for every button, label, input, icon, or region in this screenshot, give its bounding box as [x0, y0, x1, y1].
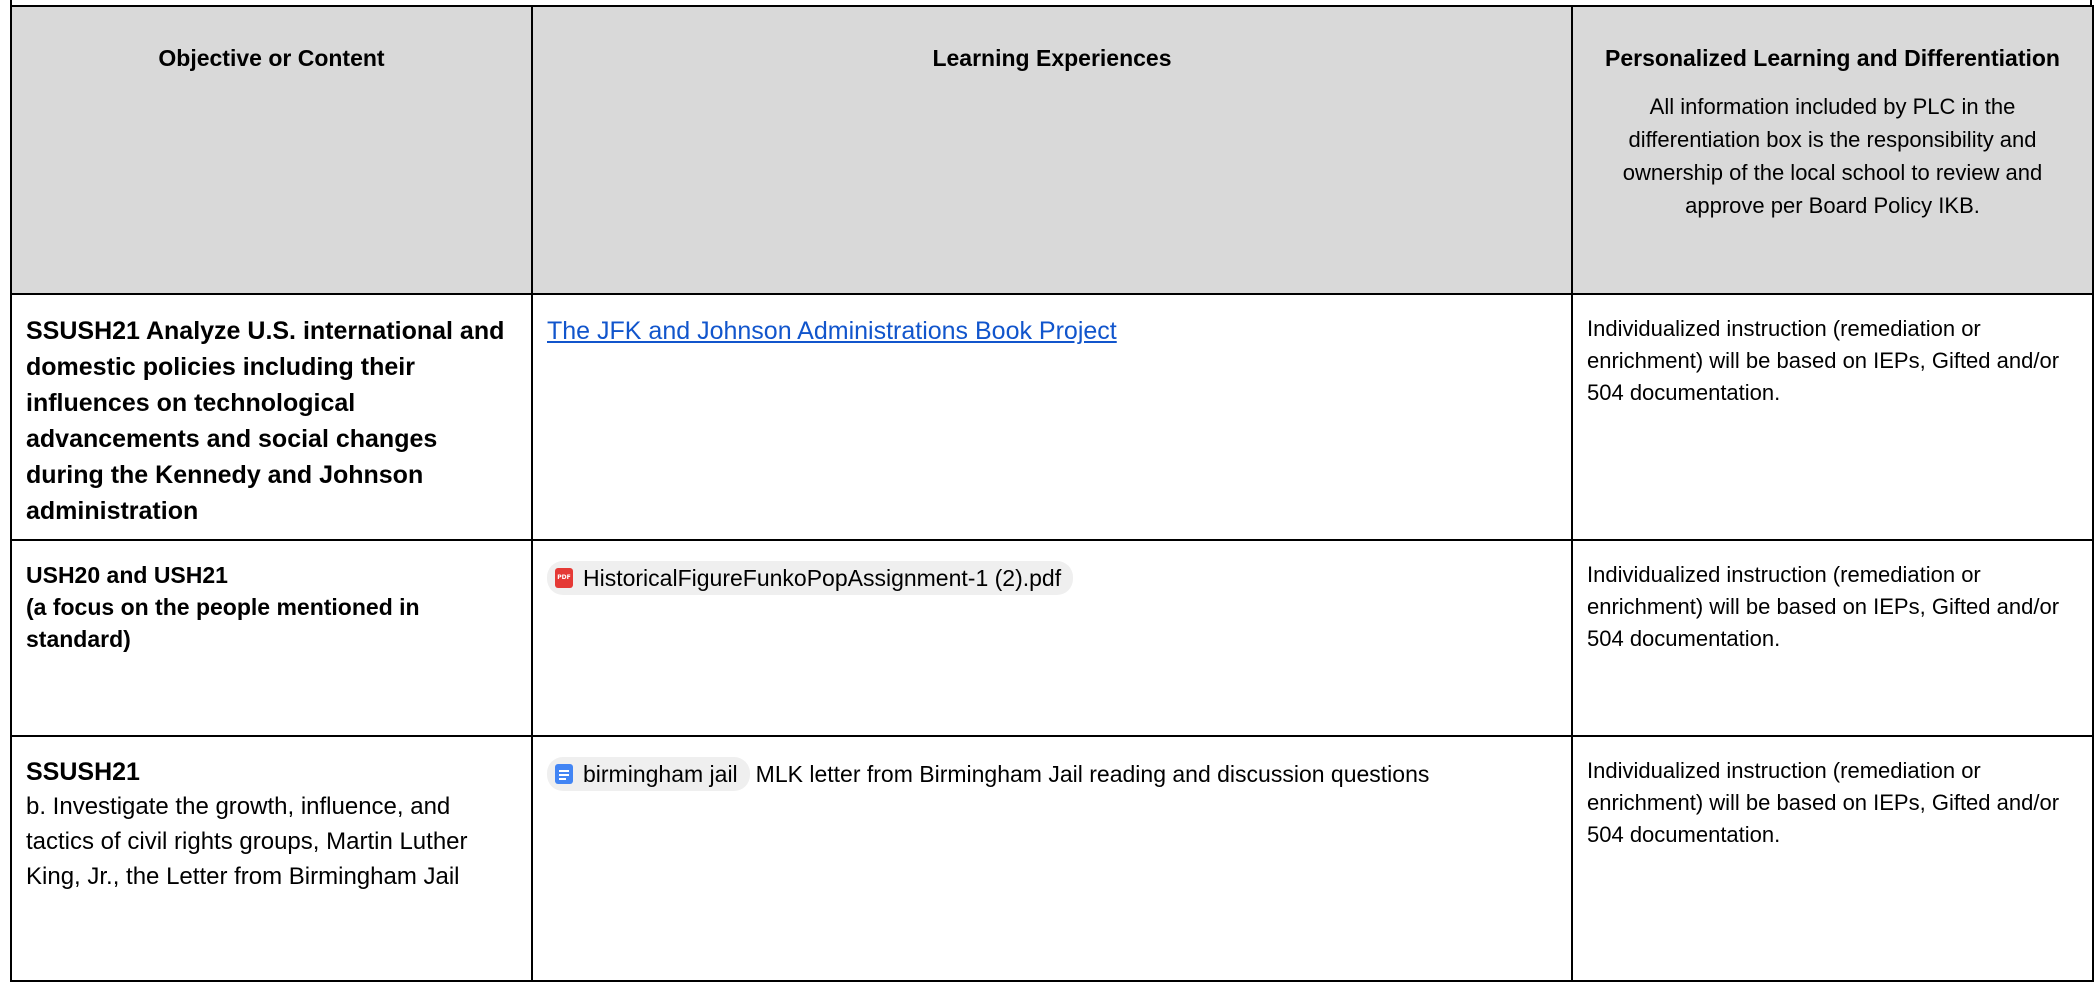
objective-description: b. Investigate the growth, influence, an… — [26, 793, 468, 890]
differentiation-text: Individualized instruction (remediation … — [1587, 316, 2060, 405]
differentiation-cell: Individualized instruction (remediation … — [1571, 735, 2094, 982]
header-differentiation-note: All information included by PLC in the d… — [1622, 94, 2043, 218]
book-project-link[interactable]: The JFK and Johnson Administrations Book… — [547, 317, 1117, 345]
chip-followup-text: MLK letter from Birmingham Jail reading … — [755, 760, 1430, 787]
table-row: USH20 and USH21 (a focus on the people m… — [10, 539, 2094, 737]
chip-label: HistoricalFigureFunkoPopAssignment-1 (2)… — [583, 564, 1062, 591]
learning-experience-cell: The JFK and Johnson Administrations Book… — [531, 293, 1573, 541]
table-row: SSUSH21 b. Investigate the growth, influ… — [10, 735, 2094, 982]
objective-text: SSUSH21 Analyze U.S. international and d… — [26, 317, 505, 525]
objective-standard: SSUSH21 — [26, 758, 140, 786]
header-learning-experiences: Learning Experiences — [531, 5, 1573, 295]
table-header-row: Objective or Content Learning Experience… — [10, 5, 2094, 295]
learning-experience-cell: birmingham jail MLK letter from Birmingh… — [531, 735, 1573, 982]
header-differentiation-label: Personalized Learning and Differentiatio… — [1605, 45, 2060, 71]
objective-cell: USH20 and USH21 (a focus on the people m… — [10, 539, 533, 737]
header-differentiation: Personalized Learning and Differentiatio… — [1571, 5, 2094, 295]
objective-cell: SSUSH21 Analyze U.S. international and d… — [10, 293, 533, 541]
objective-focus: (a focus on the people mentioned in stan… — [26, 594, 420, 652]
google-docs-icon — [555, 763, 573, 784]
header-objective: Objective or Content — [10, 5, 533, 295]
differentiation-text: Individualized instruction (remediation … — [1587, 562, 2060, 651]
differentiation-cell: Individualized instruction (remediation … — [1571, 539, 2094, 737]
table-row: SSUSH21 Analyze U.S. international and d… — [10, 293, 2094, 541]
header-objective-label: Objective or Content — [158, 45, 385, 71]
objective-standard: USH20 and USH21 — [26, 562, 228, 588]
differentiation-cell: Individualized instruction (remediation … — [1571, 293, 2094, 541]
chip-label: birmingham jail — [583, 760, 738, 787]
pdf-file-icon — [555, 567, 573, 588]
learning-experience-cell: HistoricalFigureFunkoPopAssignment-1 (2)… — [531, 539, 1573, 737]
pdf-file-chip[interactable]: HistoricalFigureFunkoPopAssignment-1 (2)… — [547, 560, 1074, 595]
differentiation-text: Individualized instruction (remediation … — [1587, 758, 2060, 847]
objective-cell: SSUSH21 b. Investigate the growth, influ… — [10, 735, 533, 982]
google-doc-chip[interactable]: birmingham jail — [547, 756, 750, 791]
header-learning-experiences-label: Learning Experiences — [932, 45, 1172, 71]
curriculum-table: Objective or Content Learning Experience… — [10, 5, 2094, 982]
